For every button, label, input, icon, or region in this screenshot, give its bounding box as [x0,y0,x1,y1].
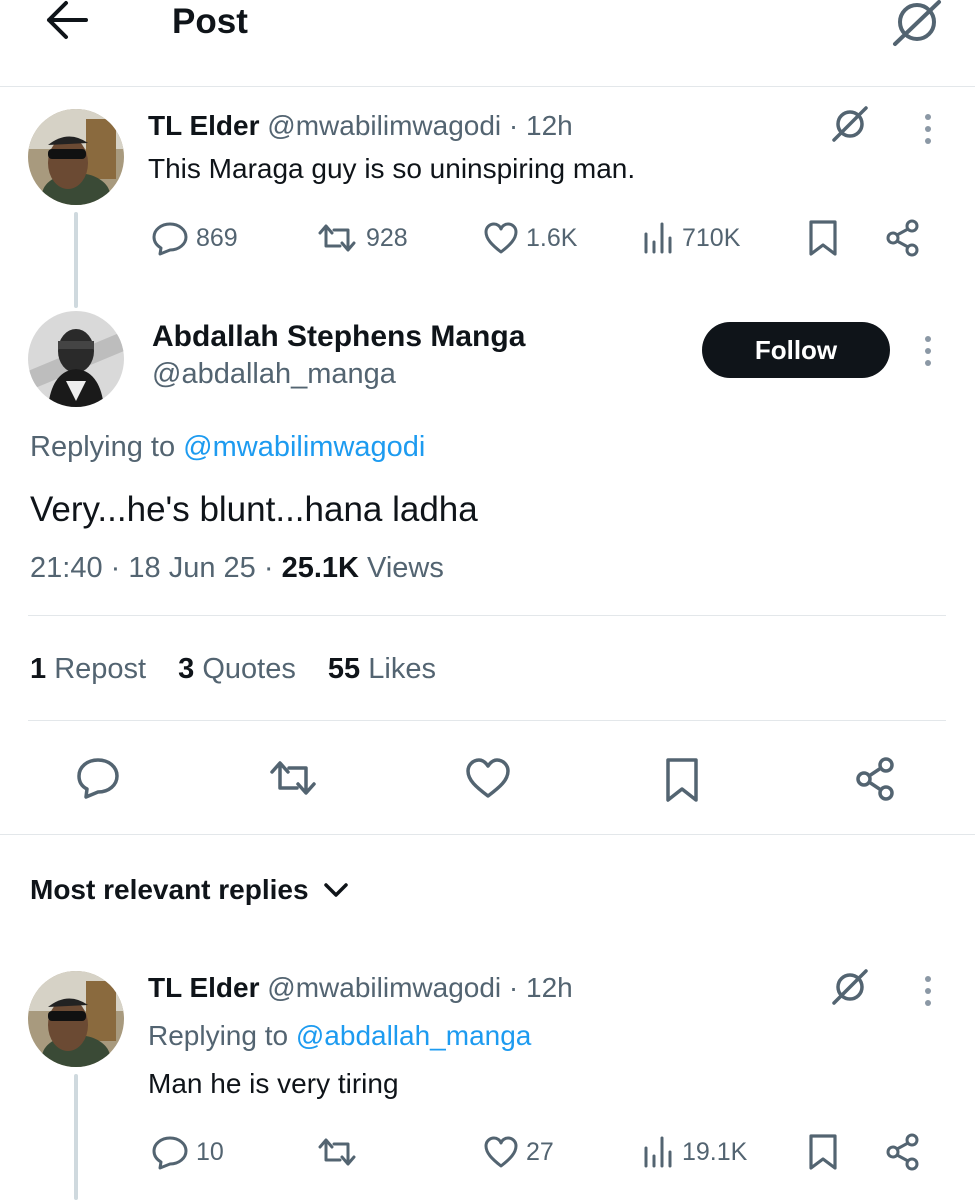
reply-action[interactable]: 10 [150,1134,224,1170]
follow-label: Follow [754,334,838,365]
avatar[interactable] [28,109,124,205]
bookmark-icon[interactable] [806,1132,840,1172]
back-arrow-icon[interactable] [44,0,90,42]
heart-icon[interactable] [464,756,512,800]
bookmark-icon[interactable] [662,756,702,804]
like-action[interactable]: 1.6K [482,220,577,256]
replies-sort-label: Most relevant replies [30,874,309,905]
bookmark-icon[interactable] [806,218,840,258]
reposts-summary[interactable]: 1 Repost [30,653,146,685]
reply-icon [150,1134,190,1170]
views-chart-icon [640,1134,676,1170]
grok-icon[interactable] [890,0,944,48]
tweet-text: Man he is very tiring [148,1068,399,1099]
thread-line [74,212,78,308]
avatar[interactable] [28,971,124,1067]
chevron-down-icon [323,881,349,899]
tweet-date[interactable]: 18 Jun 25 [128,552,255,584]
repost-action[interactable] [314,1134,360,1170]
more-options-icon[interactable] [920,112,936,146]
author-handle[interactable]: @abdallah_manga [152,358,396,391]
likes-count: 55 [327,653,361,685]
share-icon[interactable] [884,218,924,258]
separator: · [508,972,519,1003]
replying-handle-link[interactable]: @mwabilimwagodi [183,431,425,463]
quotes-count: 3 [178,653,195,685]
tweet-text: This Maraga guy is so uninspiring man. [148,153,636,184]
repost-icon [314,220,360,256]
views-chart-icon [640,220,676,256]
reply-icon [150,220,190,256]
timestamp[interactable]: 12h [526,110,573,141]
author-name[interactable]: Abdallah Stephens Manga [152,320,525,354]
tweet-text: Very...he's blunt...hana ladha [30,490,478,529]
reposts-count: 1 [30,653,47,685]
share-icon[interactable] [884,1132,924,1172]
engagement-summary: 1 Repost 3 Quotes 55 Likes [30,653,436,686]
thread-line [74,1074,78,1200]
views-count: 710K [682,223,741,252]
repost-icon [314,1134,360,1170]
replies-sort-dropdown[interactable]: Most relevant replies [30,874,349,906]
views-action[interactable]: 710K [640,220,740,256]
replying-to: Replying to @abdallah_manga [148,1020,531,1052]
tweet-header: TL Elder @mwabilimwagodi · 12h [148,972,573,1004]
replying-prefix: Replying to [148,1020,289,1051]
heart-icon [482,1134,520,1170]
like-count: 27 [526,1137,554,1166]
header-divider [0,86,975,87]
repost-action[interactable]: 928 [314,220,408,256]
views-action[interactable]: 19.1K [640,1134,747,1170]
tweet-meta: 21:40 · 18 Jun 25 · 25.1K Views [30,552,444,585]
repost-count: 928 [366,223,408,252]
timestamp[interactable]: 12h [526,972,573,1003]
avatar[interactable] [28,311,124,407]
views-count: 19.1K [682,1137,748,1166]
reply-icon[interactable] [75,756,121,800]
tweet-header: TL Elder @mwabilimwagodi · 12h [148,110,573,142]
more-options-icon[interactable] [920,334,936,368]
replying-handle-link[interactable]: @abdallah_manga [296,1020,531,1051]
author-name[interactable]: TL Elder [148,972,260,1003]
separator: · [110,552,121,584]
replying-prefix: Replying to [30,431,176,463]
views-label: Views [367,552,444,584]
replying-to: Replying to @mwabilimwagodi [30,431,425,464]
separator: · [263,552,274,584]
page-title: Post [172,2,248,41]
like-action[interactable]: 27 [482,1134,554,1170]
share-icon[interactable] [854,756,900,802]
separator: · [508,110,519,141]
author-handle[interactable]: @mwabilimwagodi [267,110,501,141]
more-options-icon[interactable] [920,974,936,1008]
author-name[interactable]: TL Elder [148,110,260,141]
author-handle[interactable]: @mwabilimwagodi [267,972,501,1003]
divider [28,615,946,616]
likes-label: Likes [368,653,436,685]
grok-icon[interactable] [830,967,870,1007]
heart-icon [482,220,520,256]
reply-count: 10 [196,1137,224,1166]
grok-icon[interactable] [830,104,870,144]
follow-button[interactable]: Follow [702,322,890,378]
tweet-time[interactable]: 21:40 [30,552,103,584]
views-count: 25.1K [281,552,359,584]
reply-action[interactable]: 869 [150,220,238,256]
divider [0,834,975,835]
reply-count: 869 [196,223,238,252]
divider [28,720,946,721]
repost-icon[interactable] [266,756,320,800]
quotes-summary[interactable]: 3 Quotes [178,653,296,685]
quotes-label: Quotes [202,653,296,685]
like-count: 1.6K [526,223,578,252]
likes-summary[interactable]: 55 Likes [328,653,436,685]
reposts-label: Repost [54,653,147,685]
